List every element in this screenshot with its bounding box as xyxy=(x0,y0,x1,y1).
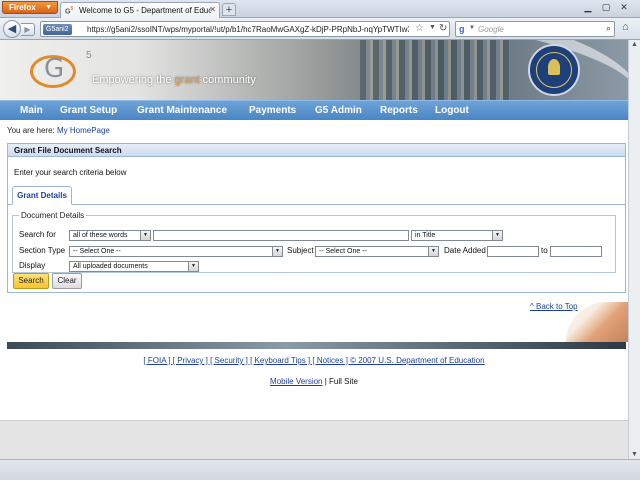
history-dropdown-icon[interactable]: ▼ xyxy=(429,24,436,31)
fieldset-legend: Document Details xyxy=(21,211,85,220)
breadcrumb: You are here: My HomePage xyxy=(7,126,110,135)
seal-tree xyxy=(548,59,560,75)
menu-item-logout[interactable]: Logout xyxy=(435,105,469,116)
browser-navbar: ◀ ▶ G5ani2 https://g5ani2/ssoINT/wps/myp… xyxy=(0,18,640,40)
date-to-input[interactable] xyxy=(550,246,602,257)
g5-logo-letter: G xyxy=(44,54,65,84)
breadcrumb-link-home[interactable]: My HomePage xyxy=(57,126,110,135)
menu-item-main[interactable]: Main xyxy=(20,105,43,116)
chevron-down-icon: ▼ xyxy=(272,247,282,256)
footer-strip xyxy=(7,342,626,349)
menu-item-payments[interactable]: Payments xyxy=(249,105,296,116)
tagline-prefix: Empowering the xyxy=(92,74,175,86)
search-scope-select[interactable]: in Title ▼ xyxy=(411,230,503,241)
menu-item-reports[interactable]: Reports xyxy=(380,105,418,116)
document-details-fieldset: Document Details Search for all of these… xyxy=(12,211,616,273)
search-mode-select[interactable]: all of these words ▼ xyxy=(69,230,151,241)
bookmark-star-icon[interactable]: ☆ xyxy=(415,23,424,34)
date-added-label: Date Added xyxy=(444,246,486,255)
section-type-value: -- Select One -- xyxy=(73,248,121,255)
date-from-input[interactable] xyxy=(487,246,539,257)
site-identity-badge[interactable]: G5ani2 xyxy=(43,24,72,35)
home-icon[interactable]: ⌂ xyxy=(622,21,629,33)
tagline-accent: grant xyxy=(174,74,200,86)
browser-titlebar: Firefox ▼ G5 Welcome to G5 - Department … xyxy=(0,0,640,18)
document-search-panel: Grant File Document Search Enter your se… xyxy=(7,143,626,293)
mobile-version-link[interactable]: Mobile Version xyxy=(270,377,322,386)
clear-button[interactable]: Clear xyxy=(52,273,82,289)
subject-select[interactable]: -- Select One -- ▼ xyxy=(315,246,439,257)
display-label: Display xyxy=(19,261,46,270)
chevron-down-icon: ▼ xyxy=(428,247,438,256)
browser-statusbar xyxy=(0,459,640,480)
tab-grant-details[interactable]: Grant Details xyxy=(12,186,72,205)
window-close-icon[interactable]: ✕ xyxy=(616,1,632,15)
menu-item-grant-setup[interactable]: Grant Setup xyxy=(60,105,117,116)
back-button[interactable]: ◀ xyxy=(3,20,21,38)
breadcrumb-prefix: You are here: xyxy=(7,126,57,135)
firefox-menu-button[interactable]: Firefox ▼ xyxy=(2,1,58,14)
browser-tab-title: Welcome to G5 - Department of Educati... xyxy=(79,6,211,15)
g5-logo-superscript: 5 xyxy=(86,50,92,61)
display-select[interactable]: All uploaded documents ▼ xyxy=(69,261,199,272)
chevron-down-icon: ▼ xyxy=(188,262,198,271)
browser-tab[interactable]: G5 Welcome to G5 - Department of Educati… xyxy=(60,2,220,18)
new-tab-button[interactable]: + xyxy=(222,3,236,16)
panel-title: Grant File Document Search xyxy=(8,144,625,157)
address-bar[interactable]: G5ani2 https://g5ani2/ssoINT/wps/myporta… xyxy=(40,21,450,37)
section-type-label: Section Type xyxy=(19,246,66,255)
window-minimize-icon[interactable]: ▁ xyxy=(580,1,596,15)
date-to-label: to xyxy=(541,246,548,255)
menu-item-grant-maintenance[interactable]: Grant Maintenance xyxy=(137,105,227,116)
subject-label: Subject xyxy=(287,246,314,255)
footer-links: [ FOIA ] [ Privacy ] [ Security ] [ Keyb… xyxy=(0,356,628,365)
footer-link-group[interactable]: [ FOIA ] [ Privacy ] [ Security ] [ Keyb… xyxy=(143,356,484,365)
banner-tagline: Empowering the grant community xyxy=(92,74,256,86)
display-value: All uploaded documents xyxy=(73,263,148,270)
page-scrollbar[interactable]: ▲ ▼ xyxy=(628,40,640,459)
search-input[interactable]: Google xyxy=(478,25,504,34)
url-text[interactable]: https://g5ani2/ssoINT/wps/myportal/!ut/p… xyxy=(87,25,409,34)
google-icon[interactable]: g xyxy=(459,24,465,34)
search-engine-dropdown-icon[interactable]: ▼ xyxy=(469,25,475,31)
search-text-input[interactable] xyxy=(153,230,409,241)
web-page: G 5 Empowering the grant community Main … xyxy=(0,40,628,420)
chevron-down-icon: ▼ xyxy=(492,231,502,240)
scroll-down-icon[interactable]: ▼ xyxy=(631,451,638,458)
search-icon[interactable]: ⌕ xyxy=(606,23,611,34)
reload-icon[interactable]: ↻ xyxy=(439,23,447,34)
search-button[interactable]: Search xyxy=(13,273,49,289)
tab-close-icon[interactable]: ✕ xyxy=(209,5,216,14)
search-bar[interactable]: g ▼ Google ⌕ xyxy=(455,21,615,37)
scroll-up-icon[interactable]: ▲ xyxy=(631,41,638,48)
main-menu: Main Grant Setup Grant Maintenance Payme… xyxy=(0,100,628,120)
site-banner: G 5 Empowering the grant community xyxy=(0,40,628,100)
search-instructions: Enter your search criteria below xyxy=(14,168,127,177)
footer-site-toggle: Mobile Version | Full Site xyxy=(0,377,628,386)
back-to-top-link[interactable]: ^ Back to Top xyxy=(530,302,578,311)
search-mode-value: all of these words xyxy=(73,232,128,239)
menu-item-g5-admin[interactable]: G5 Admin xyxy=(315,105,362,116)
full-site-label: Full Site xyxy=(329,377,358,386)
subject-value: -- Select One -- xyxy=(319,248,367,255)
chevron-down-icon: ▼ xyxy=(140,231,150,240)
search-for-label: Search for xyxy=(19,230,56,239)
g5-favicon-icon: G5 xyxy=(65,6,74,16)
forward-button[interactable]: ▶ xyxy=(21,23,35,36)
chevron-down-icon: ▼ xyxy=(45,4,52,11)
tagline-suffix: community xyxy=(199,74,256,86)
page-bottom-area xyxy=(0,420,628,459)
firefox-menu-label: Firefox xyxy=(9,3,36,12)
department-of-education-seal-icon xyxy=(528,44,580,96)
tab-divider xyxy=(8,204,625,205)
window-maximize-icon[interactable]: ▢ xyxy=(598,1,614,15)
search-scope-value: in Title xyxy=(415,232,436,239)
section-type-select[interactable]: -- Select One -- ▼ xyxy=(69,246,283,257)
